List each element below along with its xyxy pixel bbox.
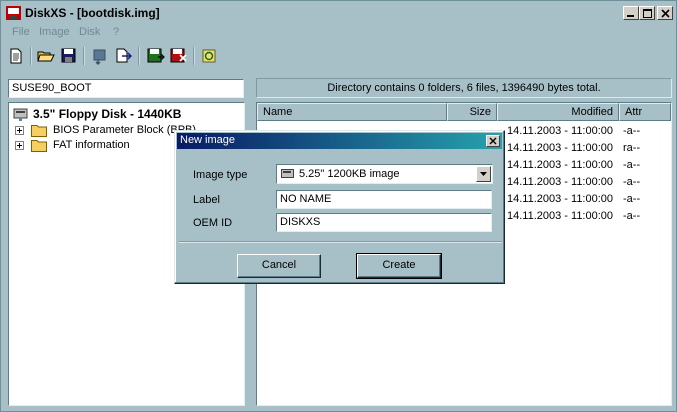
- cell-attr: -a--: [623, 125, 641, 137]
- main-window: DiskXS - [bootdisk.img] File Image Disk …: [0, 0, 677, 412]
- export-button[interactable]: [112, 45, 134, 67]
- save-button[interactable]: [58, 45, 80, 67]
- about-icon: [202, 49, 216, 63]
- menu-disk[interactable]: Disk: [79, 26, 100, 38]
- cancel-button[interactable]: Cancel: [237, 254, 321, 278]
- list-header: Name Size Modified Attr: [257, 103, 671, 121]
- close-icon: [661, 9, 670, 18]
- column-header-attr[interactable]: Attr: [619, 103, 671, 121]
- image-type-label: Image type: [193, 169, 248, 181]
- cell-modified: 14.11.2003 - 11:00:00: [507, 125, 614, 137]
- cell-attr: -a--: [623, 210, 641, 222]
- floppy-drive-icon: [281, 169, 294, 178]
- chevron-down-icon: [480, 172, 487, 176]
- minimize-icon: [627, 15, 634, 17]
- title-bar[interactable]: DiskXS - [bootdisk.img]: [1, 1, 676, 25]
- cell-modified: 14.11.2003 - 11:00:00: [507, 142, 614, 154]
- import-icon: [93, 49, 106, 65]
- label-label: Label: [193, 194, 220, 206]
- export-icon: [116, 48, 132, 63]
- dropdown-button[interactable]: [476, 166, 491, 182]
- folder-icon: [31, 125, 47, 137]
- expand-icon[interactable]: [15, 141, 24, 150]
- toolbar-separator: [30, 47, 32, 65]
- close-button[interactable]: [657, 6, 673, 20]
- label-field[interactable]: NO NAME: [276, 190, 492, 209]
- image-type-select[interactable]: 5.25" 1200KB image: [276, 164, 493, 184]
- volume-label-field[interactable]: SUSE90_BOOT: [8, 79, 244, 98]
- dialog-title-bar[interactable]: New image: [177, 133, 502, 149]
- open-button[interactable]: [35, 45, 57, 67]
- app-icon: [6, 6, 21, 20]
- maximize-icon: [643, 9, 652, 18]
- cell-modified: 14.11.2003 - 11:00:00: [507, 210, 614, 222]
- expand-icon[interactable]: [15, 126, 24, 135]
- cell-modified: 14.11.2003 - 11:00:00: [507, 193, 614, 205]
- read-disk-icon: [170, 48, 187, 63]
- directory-status: Directory contains 0 folders, 6 files, 1…: [256, 78, 672, 98]
- close-icon: [489, 137, 497, 145]
- new-image-button[interactable]: [5, 45, 27, 67]
- dialog-close-button[interactable]: [486, 135, 500, 147]
- open-icon: [37, 51, 55, 62]
- menu-file[interactable]: File: [12, 26, 30, 38]
- menu-help[interactable]: ?: [113, 26, 119, 38]
- tree-node-label: FAT information: [53, 139, 130, 151]
- cell-attr: ra--: [623, 142, 641, 154]
- maximize-button[interactable]: [639, 6, 655, 20]
- tree-root-label: 3.5" Floppy Disk - 1440KB: [33, 107, 182, 121]
- write-disk-button[interactable]: [144, 45, 166, 67]
- column-header-modified[interactable]: Modified: [497, 103, 619, 121]
- about-button[interactable]: [198, 45, 220, 67]
- window-title: DiskXS - [bootdisk.img]: [25, 6, 160, 20]
- menu-bar: File Image Disk ?: [1, 25, 676, 41]
- oem-id-field[interactable]: DISKXS: [276, 213, 492, 232]
- toolbar-separator: [193, 47, 195, 65]
- column-header-size[interactable]: Size: [447, 103, 497, 121]
- save-icon: [61, 48, 76, 63]
- toolbar: [1, 43, 676, 69]
- folder-icon: [31, 140, 47, 152]
- cell-attr: -a--: [623, 176, 641, 188]
- new-image-dialog: New image Image type 5.25" 1200KB image …: [174, 130, 505, 284]
- new-image-icon: [10, 48, 22, 64]
- dialog-separator: [179, 241, 502, 243]
- cell-attr: -a--: [623, 193, 641, 205]
- cell-modified: 14.11.2003 - 11:00:00: [507, 176, 614, 188]
- cell-modified: 14.11.2003 - 11:00:00: [507, 159, 614, 171]
- import-button[interactable]: [89, 45, 111, 67]
- dialog-title: New image: [180, 134, 236, 146]
- minimize-button[interactable]: [623, 6, 639, 20]
- read-disk-button[interactable]: [167, 45, 189, 67]
- toolbar-separator: [83, 47, 85, 65]
- toolbar-separator: [138, 47, 140, 65]
- create-button[interactable]: Create: [356, 253, 442, 279]
- menu-image[interactable]: Image: [39, 26, 70, 38]
- write-disk-icon: [147, 48, 165, 63]
- floppy-drive-icon: [13, 108, 28, 121]
- image-type-value: 5.25" 1200KB image: [299, 168, 400, 180]
- cell-attr: -a--: [623, 159, 641, 171]
- column-header-name[interactable]: Name: [257, 103, 447, 121]
- oem-id-label: OEM ID: [193, 217, 233, 229]
